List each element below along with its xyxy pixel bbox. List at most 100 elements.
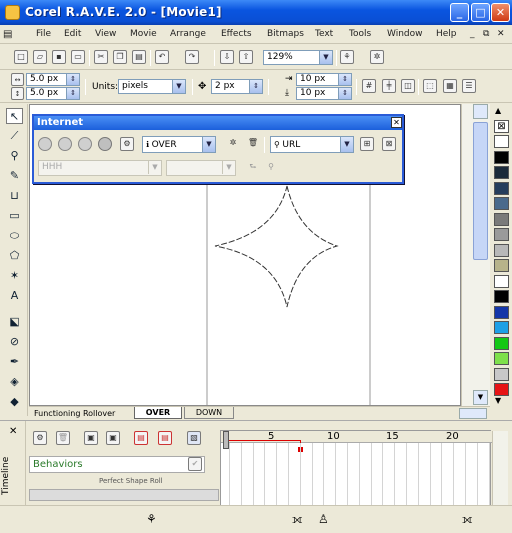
color-swatch[interactable] [494,321,509,334]
rollover-state-select[interactable]: ℹ OVER ▼ [142,136,216,153]
palette-scroll-down-icon[interactable]: ▼ [495,396,501,405]
chevron-down-icon[interactable]: ▼ [172,80,185,93]
color-swatch[interactable] [494,197,509,210]
horizontal-scroll-thumb[interactable] [459,408,487,419]
end-frame-icon[interactable]: ▤ [158,431,172,445]
rollover-create-icon[interactable] [38,137,52,151]
color-swatch[interactable] [494,150,509,164]
minimize-button[interactable]: _ [450,3,469,22]
behaviors-expand-icon[interactable]: ✔ [188,457,202,471]
polygon-tool-icon[interactable]: ⬠ [6,248,23,264]
menu-file[interactable]: File [36,29,51,39]
menu-view[interactable]: View [95,29,116,39]
behaviors-row[interactable]: Behaviors [29,456,205,473]
color-swatch[interactable] [494,228,509,241]
color-swatch[interactable] [494,181,509,195]
redo-icon[interactable]: ↷ [185,50,199,64]
doc-icon[interactable]: ▤ [3,29,12,40]
import-icon[interactable]: ⇩ [220,50,234,64]
rollover-finish-icon[interactable] [78,137,92,151]
hotspot-icon[interactable]: ⊠ [382,137,396,151]
tab-over[interactable]: OVER [134,407,182,419]
menu-bitmaps[interactable]: Bitmaps [267,29,304,39]
doc-restore-icon[interactable]: ⧉ [483,29,489,39]
color-swatch[interactable] [494,305,509,319]
doc-close-icon[interactable]: ✕ [497,29,505,39]
height-spinner[interactable]: ⇕ [66,88,79,99]
new-icon[interactable]: □ [14,50,28,64]
object-row[interactable]: Perfect Shape Roll [29,477,219,489]
duplicate-x-spinner[interactable]: ⇕ [338,74,351,85]
options-icon[interactable]: ▦ [443,79,457,93]
timeline-frames[interactable]: 5 10 15 20 [220,430,502,506]
interactive-blend-icon[interactable]: ⬕ [6,314,23,330]
smart-fill-icon[interactable]: ⊔ [6,188,23,204]
application-launcher-icon[interactable]: ⚘ [340,50,354,64]
snap-guidelines-icon[interactable]: ╪ [382,79,396,93]
outline-tool-icon[interactable]: ✒ [6,354,23,370]
duplicate-x-field[interactable]: 10 px ⇕ [296,73,352,86]
properties-icon[interactable]: ☰ [462,79,476,93]
close-button[interactable]: ✕ [491,3,510,22]
menu-text[interactable]: Text [315,29,333,39]
url-field[interactable]: ⚲ URL ▼ [270,136,354,153]
timeline-vscroll[interactable] [492,431,508,506]
menu-arrange[interactable]: Arrange [170,29,206,39]
export-icon[interactable]: ⇧ [239,50,253,64]
color-swatch[interactable] [494,166,509,179]
menu-effects[interactable]: Effects [221,29,252,39]
undo-icon[interactable]: ↶ [155,50,169,64]
zoom-level-field[interactable]: 129% ▼ [263,50,333,65]
width-field[interactable]: 5.0 px ⇕ [26,73,80,86]
menu-tools[interactable]: Tools [349,29,371,39]
color-swatch[interactable] [494,352,509,365]
text-tool-icon[interactable]: A [6,288,23,304]
open-icon[interactable]: ▱ [33,50,47,64]
color-swatch[interactable] [494,212,509,226]
ellipse-tool-icon[interactable]: ⬭ [6,228,23,244]
fill-tool-icon[interactable]: ◈ [6,374,23,390]
scroll-up-icon[interactable] [473,104,488,119]
delete-object-icon[interactable]: 🗑 [56,431,70,445]
shape-tool-icon[interactable]: ⟋ [6,128,23,144]
zoom-tool-icon[interactable]: ⚲ [6,148,23,164]
start-frame-icon[interactable]: ▤ [134,431,148,445]
cut-icon[interactable]: ✂ [94,50,108,64]
new-object-icon[interactable]: ⚙ [33,431,47,445]
internet-properties-icon[interactable]: ⊞ [360,137,374,151]
scroll-down-icon[interactable]: ▼ [473,390,488,405]
chevron-down-icon[interactable]: ▼ [340,137,353,152]
width-spinner[interactable]: ⇕ [66,74,79,85]
duplicate-y-field[interactable]: 10 px ⇕ [296,87,352,100]
delete-state-icon[interactable]: 🗑 [246,137,260,151]
snap-objects-icon[interactable]: ◫ [401,79,415,93]
chevron-down-icon[interactable]: ▼ [319,51,332,64]
color-swatch[interactable] [494,367,509,381]
vertical-scroll-thumb[interactable] [473,122,488,260]
pick-tool-icon[interactable]: ↖ [6,108,23,124]
save-icon[interactable]: ▪ [52,50,66,64]
units-select[interactable]: pixels ▼ [118,79,186,94]
height-field[interactable]: 5.0 px ⇕ [26,87,80,100]
palette-scroll-up-icon[interactable]: ▲ [495,106,501,115]
print-icon[interactable]: ▭ [71,50,85,64]
nudge-spinner[interactable]: ⇕ [249,80,262,93]
copy-icon[interactable]: ❐ [113,50,127,64]
collapse-icon[interactable]: ▣ [106,431,120,445]
expand-icon[interactable]: ▣ [84,431,98,445]
duplicate-y-spinner[interactable]: ⇕ [338,88,351,99]
color-swatch[interactable] [494,243,509,257]
color-swatch[interactable] [494,290,509,303]
color-swatch[interactable] [494,383,509,396]
corel-online-icon[interactable]: ✲ [370,50,384,64]
timeline-hscroll[interactable] [29,489,219,501]
tab-down[interactable]: DOWN [184,407,234,419]
rectangle-tool-icon[interactable]: ▭ [6,208,23,224]
doc-minimize-icon[interactable]: _ [470,29,475,39]
menu-window[interactable]: Window [387,29,423,39]
menu-help[interactable]: Help [436,29,457,39]
snap-grid-icon[interactable]: # [362,79,376,93]
maximize-button[interactable]: □ [471,3,490,22]
chevron-down-icon[interactable]: ▼ [202,137,215,152]
rollover-live-icon[interactable] [98,137,112,151]
